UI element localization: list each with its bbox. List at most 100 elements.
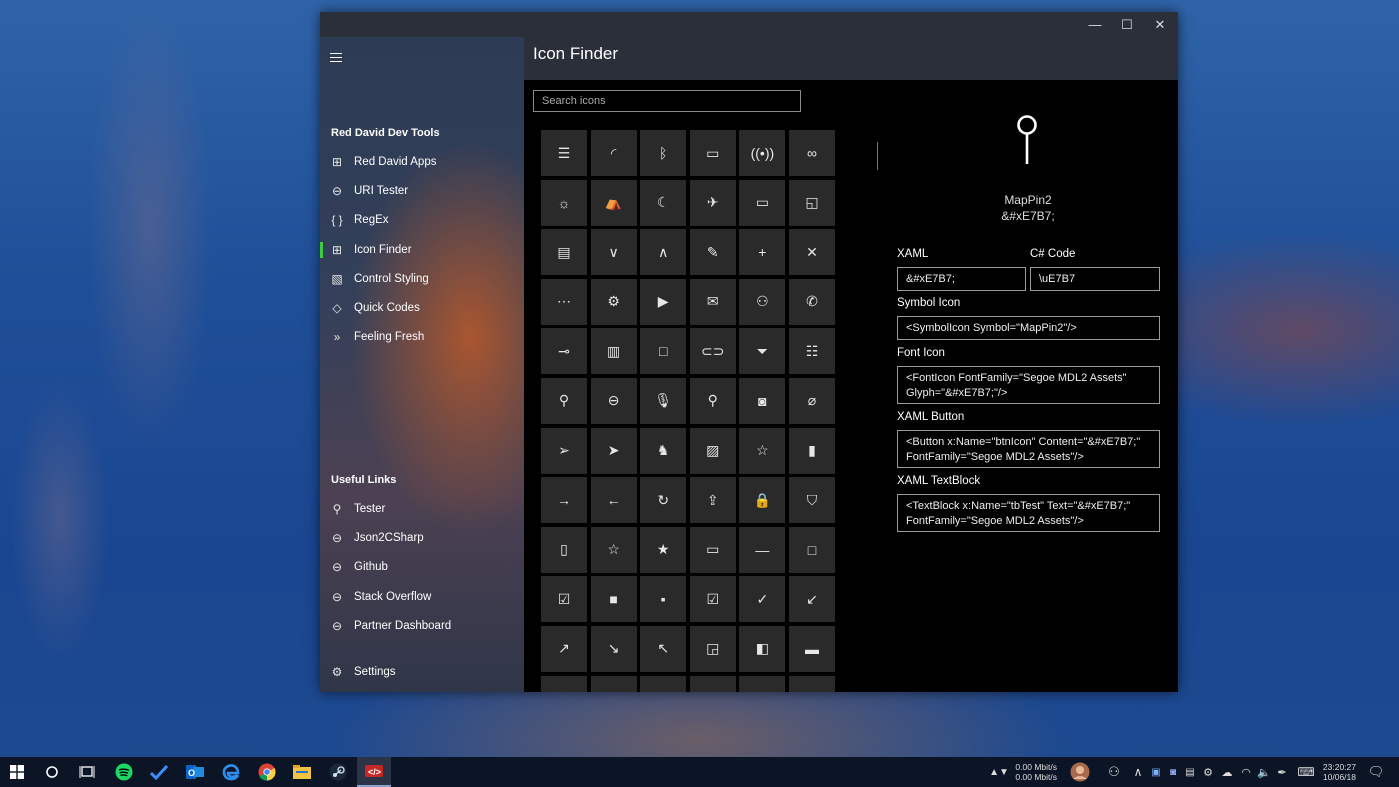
icon-cell[interactable]: ☑: [541, 576, 587, 623]
icon-cell[interactable]: ▨: [689, 427, 736, 474]
sidebar-item-quick-codes[interactable]: ◇ Quick Codes: [320, 295, 524, 321]
sidebar-link-tester[interactable]: ⚲ Tester: [320, 496, 524, 522]
icon-cell[interactable]: ▭: [739, 179, 786, 226]
icon-cell[interactable]: ◜: [590, 130, 637, 176]
icon-cell[interactable]: ☑: [689, 576, 736, 623]
tray-app-icon-1[interactable]: ▣: [1148, 757, 1164, 787]
spotify-icon[interactable]: [107, 757, 141, 787]
sidebar-item-red-david-apps[interactable]: ⊞ Red David Apps: [320, 149, 524, 175]
icon-cell[interactable]: ▯: [541, 526, 587, 573]
icon-cell[interactable]: □: [788, 526, 835, 573]
icon-cell[interactable]: ✆: [788, 278, 835, 325]
icon-cell[interactable]: ▭: [541, 675, 587, 692]
file-explorer-icon[interactable]: [285, 757, 319, 787]
close-button[interactable]: ✕: [1143, 12, 1177, 37]
wifi-icon[interactable]: ◠: [1237, 757, 1255, 787]
icon-cell[interactable]: ▭: [788, 675, 835, 692]
icon-cell[interactable]: ◱: [788, 179, 835, 226]
symbol-icon-field[interactable]: <SymbolIcon Symbol="MapPin2"/>: [897, 316, 1160, 340]
icon-cell[interactable]: ◲: [689, 625, 736, 672]
icon-cell[interactable]: ▮: [788, 427, 835, 474]
icon-cell[interactable]: ⏷: [739, 328, 786, 375]
icon-cell[interactable]: ▭: [689, 130, 736, 176]
icon-cell[interactable]: ∧: [640, 229, 687, 276]
icon-cell[interactable]: ↙: [788, 576, 835, 623]
icon-cell[interactable]: →: [541, 477, 587, 524]
icon-cell[interactable]: ⊸: [541, 328, 587, 375]
icon-cell[interactable]: 🎙: [640, 377, 687, 424]
sidebar-link-partner-dashboard[interactable]: ⊖ Partner Dashboard: [320, 613, 524, 639]
icon-cell[interactable]: ▥: [590, 328, 637, 375]
icon-cell[interactable]: ⚇: [739, 278, 786, 325]
search-input[interactable]: [533, 90, 801, 112]
chrome-browser-icon[interactable]: [250, 757, 284, 787]
icon-cell[interactable]: ↗: [541, 625, 587, 672]
icon-cell[interactable]: ★: [640, 526, 687, 573]
minimize-button[interactable]: —: [1078, 12, 1112, 37]
keyboard-icon[interactable]: ⌨: [1295, 757, 1317, 787]
icon-cell[interactable]: □: [640, 328, 687, 375]
sidebar-item-uri-tester[interactable]: ⊖ URI Tester: [320, 178, 524, 204]
sidebar-item-settings[interactable]: ⚙ Settings: [320, 659, 524, 685]
icon-cell[interactable]: —: [739, 526, 786, 573]
icon-cell[interactable]: ▪: [640, 576, 687, 623]
icon-cell[interactable]: ■: [590, 576, 637, 623]
steam-tray-icon[interactable]: ⚙: [1199, 757, 1217, 787]
icon-cell[interactable]: ♞: [640, 427, 687, 474]
windows-start-icon[interactable]: [0, 757, 34, 787]
icon-cell[interactable]: ✕: [788, 229, 835, 276]
xaml-field[interactable]: &#xE7B7;: [897, 267, 1026, 291]
icon-cell[interactable]: ⚲: [541, 377, 587, 424]
xaml-textblock-field[interactable]: <TextBlock x:Name="tbTest" Text="&#xE7B7…: [897, 494, 1160, 532]
sidebar-link-github[interactable]: ⊖ Github: [320, 554, 524, 580]
onedrive-cloud-icon[interactable]: ☁: [1218, 757, 1236, 787]
icon-cell[interactable]: ▤: [541, 229, 587, 276]
icon-cell[interactable]: ▬: [788, 625, 835, 672]
icon-cell[interactable]: ⊖: [590, 377, 637, 424]
icon-cell[interactable]: ↖: [640, 625, 687, 672]
icon-cell[interactable]: ▭: [739, 675, 786, 692]
font-icon-field[interactable]: <FontIcon FontFamily="Segoe MDL2 Assets"…: [897, 366, 1160, 404]
icon-cell[interactable]: ☼: [541, 179, 587, 226]
edge-browser-icon[interactable]: [214, 757, 248, 787]
steam-icon[interactable]: [321, 757, 355, 787]
icon-cell[interactable]: ↻: [640, 477, 687, 524]
icon-cell[interactable]: ▭: [590, 675, 637, 692]
icon-cell[interactable]: ⛉: [788, 477, 835, 524]
icon-cell[interactable]: ◧: [739, 625, 786, 672]
csharp-field[interactable]: \uE7B7: [1030, 267, 1160, 291]
icon-cell[interactable]: ←: [590, 477, 637, 524]
pen-workspace-icon[interactable]: ✒: [1273, 757, 1291, 787]
icon-cell[interactable]: ☷: [788, 328, 835, 375]
action-center-icon[interactable]: 🗨: [1362, 757, 1390, 787]
sidebar-item-control-styling[interactable]: ▧ Control Styling: [320, 266, 524, 292]
icon-cell[interactable]: ☆: [739, 427, 786, 474]
icon-cell[interactable]: ▶: [640, 278, 687, 325]
tray-app-icon-3[interactable]: ▤: [1182, 757, 1198, 787]
icon-cell[interactable]: 🔒: [739, 477, 786, 524]
cortana-search-icon[interactable]: [35, 757, 69, 787]
clock-date[interactable]: 10/06/18: [1316, 772, 1356, 782]
sidebar-link-stack-overflow[interactable]: ⊖ Stack Overflow: [320, 584, 524, 610]
todo-check-icon[interactable]: [142, 757, 176, 787]
icon-cell[interactable]: ▭: [640, 675, 687, 692]
clock-time[interactable]: 23:20:27: [1316, 762, 1356, 772]
icon-cell[interactable]: ∞: [788, 130, 835, 176]
tray-app-icon-2[interactable]: ◙: [1165, 757, 1181, 787]
icon-cell[interactable]: ⚲: [689, 377, 736, 424]
icon-cell[interactable]: ☰: [541, 130, 587, 176]
icon-cell[interactable]: ☆: [590, 526, 637, 573]
red-david-dev-tools-app-icon[interactable]: </>: [357, 757, 391, 787]
xaml-button-field[interactable]: <Button x:Name="btnIcon" Content="&#xE7B…: [897, 430, 1160, 468]
icon-cell[interactable]: ᛒ: [640, 130, 687, 176]
icon-cell[interactable]: ⚙: [590, 278, 637, 325]
icon-cell[interactable]: ⋯: [541, 278, 587, 325]
volume-icon[interactable]: 🔈: [1255, 757, 1273, 787]
task-view-icon[interactable]: [70, 757, 104, 787]
icon-cell[interactable]: +: [739, 229, 786, 276]
icon-cell[interactable]: ▭: [689, 526, 736, 573]
maximize-button[interactable]: ☐: [1110, 12, 1144, 37]
chevron-up-icon[interactable]: ∧: [1126, 757, 1150, 787]
sidebar-link-json2csharp[interactable]: ⊖ Json2CSharp: [320, 525, 524, 551]
outlook-icon[interactable]: O: [178, 757, 212, 787]
